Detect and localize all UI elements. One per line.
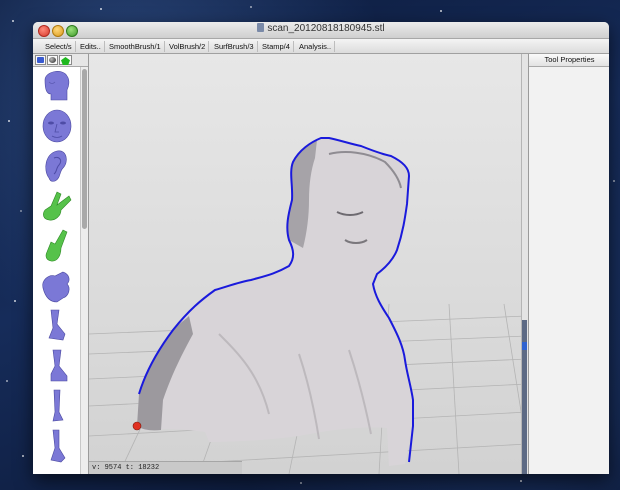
viewport-scroll-marker (522, 342, 527, 350)
palette-scroll-thumb[interactable] (82, 69, 87, 229)
menu-smoothbrush[interactable]: SmoothBrush/1 (106, 41, 165, 52)
stamp-item[interactable] (37, 68, 77, 104)
stamp-item[interactable] (37, 228, 77, 264)
fist-stamp-icon (42, 271, 70, 303)
stamp-list (35, 68, 79, 468)
sphere-tab-icon (49, 57, 56, 63)
menu-edits[interactable]: Edits.. (77, 41, 105, 52)
ear-stamp-icon (45, 150, 67, 182)
stamp-item[interactable] (37, 348, 77, 384)
palette-tab-brushes[interactable] (35, 55, 46, 65)
viewport-scrollbar[interactable] (521, 54, 528, 474)
stamp-item[interactable] (37, 148, 77, 184)
hand-point-stamp-icon (45, 229, 68, 262)
foot-side-stamp-icon (50, 429, 66, 463)
leg-stamp-icon (48, 309, 66, 341)
stamp-item[interactable] (37, 428, 77, 464)
face-front-stamp-icon (42, 109, 72, 143)
stamp-item[interactable] (37, 108, 77, 144)
scan-mesh[interactable] (137, 137, 414, 466)
pentagon-tab-icon (61, 57, 70, 65)
menu-select[interactable]: Select/s (42, 41, 76, 52)
stamp-item[interactable] (37, 188, 77, 224)
palette-tab-shapes[interactable] (59, 55, 72, 65)
menu-surfbrush[interactable]: SurfBrush/3 (211, 41, 258, 52)
palette-scrollbar[interactable] (80, 67, 88, 474)
app-window: scan_20120818180945.stl Select/s Edits..… (33, 22, 609, 474)
head-side-stamp-icon (44, 71, 70, 101)
document-icon (257, 23, 265, 32)
menu-analysis[interactable]: Analysis.. (296, 41, 336, 52)
tool-properties-title: Tool Properties (529, 54, 609, 67)
tool-properties-panel: Tool Properties (528, 54, 609, 474)
stamp-item[interactable] (37, 268, 77, 304)
lower-leg-stamp-icon (52, 389, 64, 422)
menu-stamp[interactable]: Stamp/4 (259, 41, 294, 52)
window-title: scan_20120818180945.stl (33, 23, 609, 34)
stamp-palette (33, 54, 89, 474)
hand-peace-stamp-icon (43, 191, 72, 221)
stamp-item[interactable] (37, 388, 77, 424)
mesh-stats: v: 9574 t: 18232 (89, 461, 242, 474)
scene-canvas (89, 137, 527, 474)
stamp-item[interactable] (37, 308, 77, 344)
origin-marker (132, 421, 142, 431)
brush-tab-icon (37, 57, 44, 63)
tool-menubar: Select/s Edits.. SmoothBrush/1 VolBrush/… (33, 39, 609, 54)
palette-tabs (33, 54, 88, 67)
3d-viewport[interactable]: v: 9574 t: 18232 (89, 54, 527, 474)
window-title-text: scan_20120818180945.stl (267, 23, 385, 34)
title-bar[interactable]: scan_20120818180945.stl (33, 22, 609, 39)
foot-stamp-icon (50, 349, 68, 382)
palette-tab-materials[interactable] (47, 55, 58, 65)
menu-volbrush[interactable]: VolBrush/2 (166, 41, 210, 52)
